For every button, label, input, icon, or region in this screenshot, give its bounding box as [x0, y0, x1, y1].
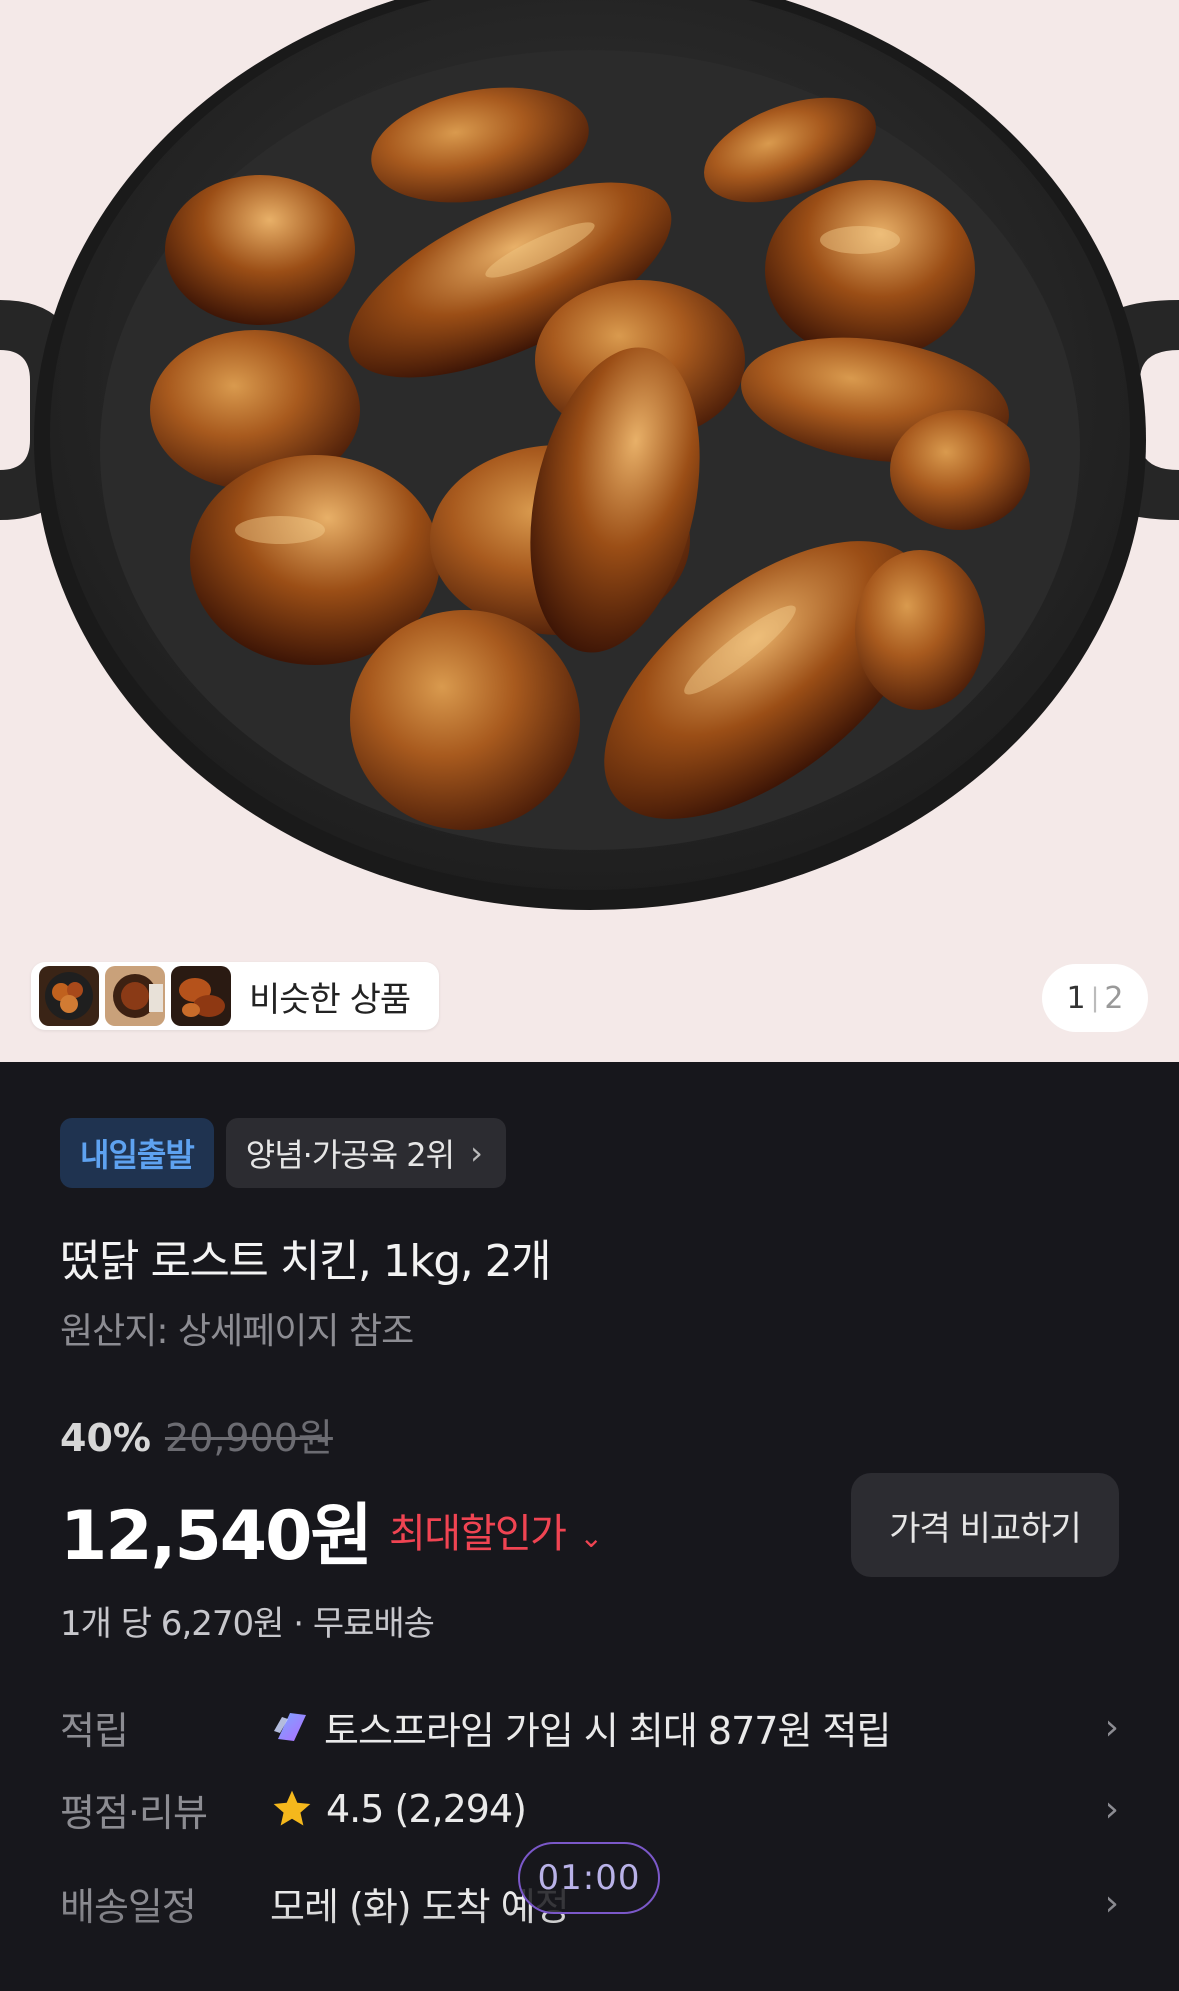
- similar-products-button[interactable]: 비슷한 상품: [31, 962, 439, 1030]
- rating-value-wrap: 4.5 (2,294): [270, 1787, 527, 1831]
- original-price: 20,900원: [164, 1416, 333, 1460]
- reward-value: 토스프라임 가입 시 최대 877원 적립: [324, 1708, 891, 1753]
- product-title: 떴닭 로스트 치킨, 1kg, 2개: [60, 1236, 552, 1287]
- discount-row: 40% 20,900원: [60, 1407, 333, 1462]
- product-image-gallery[interactable]: 비슷한 상품 1 | 2: [0, 0, 1179, 1062]
- chevron-right-icon: ›: [470, 1134, 483, 1172]
- unit-price-shipping: 1개 당 6,270원 · 무료배송: [60, 1604, 435, 1644]
- reward-label: 적립: [60, 1708, 129, 1753]
- rating-value: 4.5 (2,294): [326, 1787, 527, 1831]
- rating-review-row[interactable]: 평점·리뷰 4.5 (2,294) ›: [60, 1777, 1119, 1841]
- similar-product-thumbnail: [105, 966, 165, 1026]
- page-current: 1: [1066, 980, 1086, 1016]
- timer-badge: 01:00: [518, 1842, 660, 1914]
- badge-row: 내일출발 양념·가공육 2위 ›: [60, 1118, 506, 1188]
- product-photo: [0, 0, 1179, 1062]
- toss-prime-icon: [274, 1713, 306, 1741]
- similar-product-thumbnail: [171, 966, 231, 1026]
- reward-value-wrap: 토스프라임 가입 시 최대 877원 적립: [270, 1700, 891, 1755]
- chevron-right-icon: ›: [1104, 1788, 1119, 1830]
- image-page-indicator: 1 | 2: [1042, 964, 1148, 1032]
- rating-label: 평점·리뷰: [60, 1790, 208, 1835]
- product-origin: 원산지: 상세페이지 참조: [60, 1311, 414, 1352]
- max-discount-label: 최대할인가: [388, 1510, 567, 1557]
- price-compare-button[interactable]: 가격 비교하기: [851, 1473, 1119, 1577]
- page-total: 2: [1104, 980, 1124, 1016]
- discount-percent: 40%: [60, 1416, 151, 1460]
- star-icon: [273, 1790, 311, 1826]
- sale-price: 12,540원: [60, 1497, 373, 1576]
- category-rank-badge[interactable]: 양념·가공육 2위 ›: [225, 1118, 506, 1188]
- chevron-down-icon: ⌄: [579, 1520, 602, 1554]
- reward-row[interactable]: 적립 토스프라임 가입 시 최대 877원 적립 ›: [60, 1695, 1119, 1759]
- similar-products-label: 비슷한 상품: [249, 979, 411, 1020]
- delivery-badge: 내일출발: [60, 1118, 214, 1188]
- max-discount-toggle[interactable]: 최대할인가 ⌄: [388, 1501, 603, 1559]
- similar-product-thumbnail: [39, 966, 99, 1026]
- category-rank-label: 양념·가공육 2위: [245, 1136, 455, 1174]
- page-separator: |: [1090, 983, 1100, 1013]
- price-row: 12,540원 최대할인가 ⌄: [60, 1480, 603, 1579]
- chevron-right-icon: ›: [1104, 1706, 1119, 1748]
